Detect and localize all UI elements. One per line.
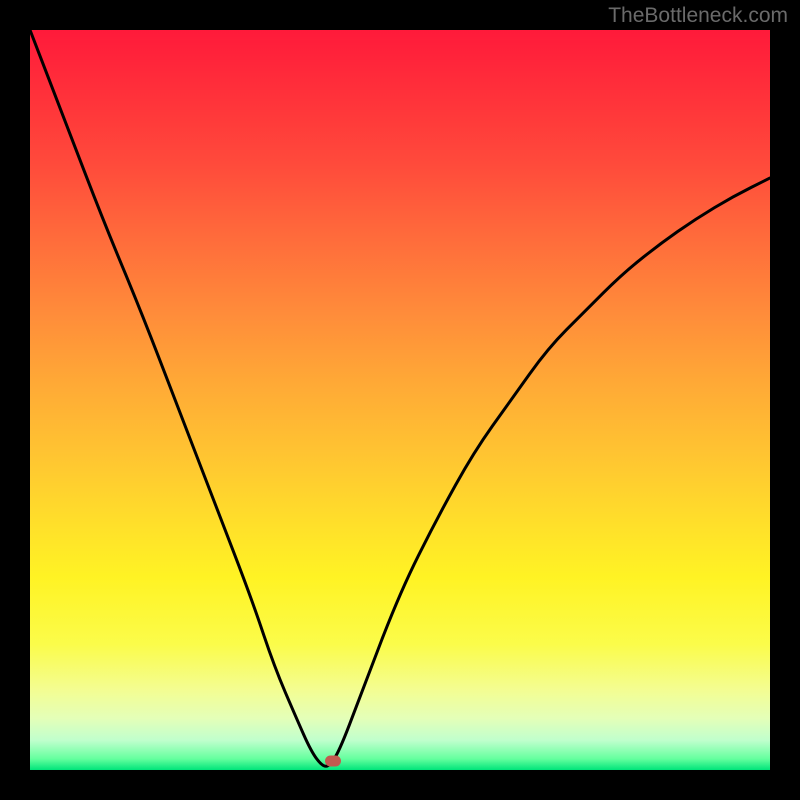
watermark-text: TheBottleneck.com (608, 4, 788, 28)
plot-area (30, 30, 770, 770)
bottleneck-curve (30, 30, 770, 766)
optimal-point-marker (325, 756, 341, 767)
curve-svg (30, 30, 770, 770)
